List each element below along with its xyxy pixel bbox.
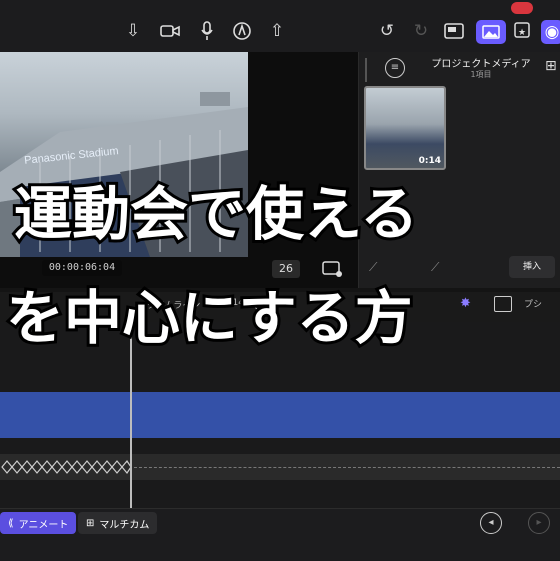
animate-label: アニメート bbox=[18, 519, 69, 531]
insert-button[interactable]: 挿入 bbox=[509, 256, 555, 278]
clip-duration: 0:14 bbox=[418, 156, 441, 166]
share-icon[interactable]: ⇧ bbox=[264, 18, 290, 44]
animate-icon: ⟪ bbox=[8, 517, 14, 529]
zoom-level[interactable]: 26 bbox=[272, 260, 300, 278]
trim-icon[interactable]: ⟋ bbox=[369, 260, 377, 275]
multicam-icon: ⊞ bbox=[86, 517, 95, 529]
svg-text:★: ★ bbox=[518, 28, 526, 38]
mic-icon[interactable] bbox=[194, 18, 220, 44]
timecode: 00:00:06:04 bbox=[42, 260, 122, 276]
keyframe-track[interactable] bbox=[0, 454, 560, 480]
aspect-ratio-icon[interactable] bbox=[322, 260, 344, 278]
redo-icon[interactable]: ↻ bbox=[408, 18, 434, 44]
video-clip[interactable] bbox=[0, 392, 560, 438]
multicam-button[interactable]: ⊞ マルチカム bbox=[78, 512, 158, 534]
caption-line-1: 運動会で使える bbox=[11, 177, 421, 251]
status-record-indicator bbox=[511, 2, 533, 14]
video-viewer[interactable]: Panasonic Stadium 00:00:06:04 26 bbox=[0, 52, 358, 288]
next-keyframe-icon[interactable]: ▸ bbox=[528, 512, 550, 534]
media-panel-title: プロジェクトメディア bbox=[431, 59, 531, 70]
split-icon[interactable]: ⟋ bbox=[431, 260, 439, 275]
timeline-right-label: プシ bbox=[524, 300, 543, 310]
viewer-layout-icon[interactable] bbox=[441, 18, 467, 44]
list-icon[interactable]: ≡ bbox=[385, 58, 405, 78]
previous-keyframe-icon[interactable]: ◂ bbox=[480, 512, 502, 534]
top-toolbar: ⇩ ⇧ ↺ ↻ ★ ◉ bbox=[0, 0, 560, 52]
bottom-toolbar: ⟪ アニメート ⊞ マルチカム ◂ ▸ bbox=[0, 508, 560, 561]
multicam-label: マルチカム bbox=[99, 519, 150, 531]
import-icon[interactable]: ⇩ bbox=[120, 18, 146, 44]
media-item-count: 1項目 bbox=[470, 70, 492, 79]
undo-icon[interactable]: ↺ bbox=[374, 18, 400, 44]
sparkle-icon[interactable]: ✸ bbox=[460, 296, 471, 311]
grid-icon[interactable]: ⊞ bbox=[545, 58, 557, 74]
record-icon[interactable]: ◉ bbox=[541, 20, 560, 44]
pen-icon[interactable] bbox=[229, 18, 255, 44]
panel-divider-handle[interactable] bbox=[365, 58, 381, 82]
camera-icon[interactable] bbox=[157, 18, 183, 44]
caption-line-2: を中心にする方 bbox=[3, 281, 416, 355]
star-box-icon[interactable]: ★ bbox=[510, 18, 536, 44]
media-box-icon[interactable] bbox=[494, 296, 512, 312]
animate-button[interactable]: ⟪ アニメート bbox=[0, 512, 77, 534]
media-clip-thumbnail[interactable]: 0:14 bbox=[364, 86, 446, 170]
project-media-panel: ≡ プロジェクトメディア 1項目 ⊞ 0:14 ⟋ ⟋ 挿入 bbox=[358, 52, 560, 288]
photo-icon[interactable] bbox=[476, 20, 506, 44]
